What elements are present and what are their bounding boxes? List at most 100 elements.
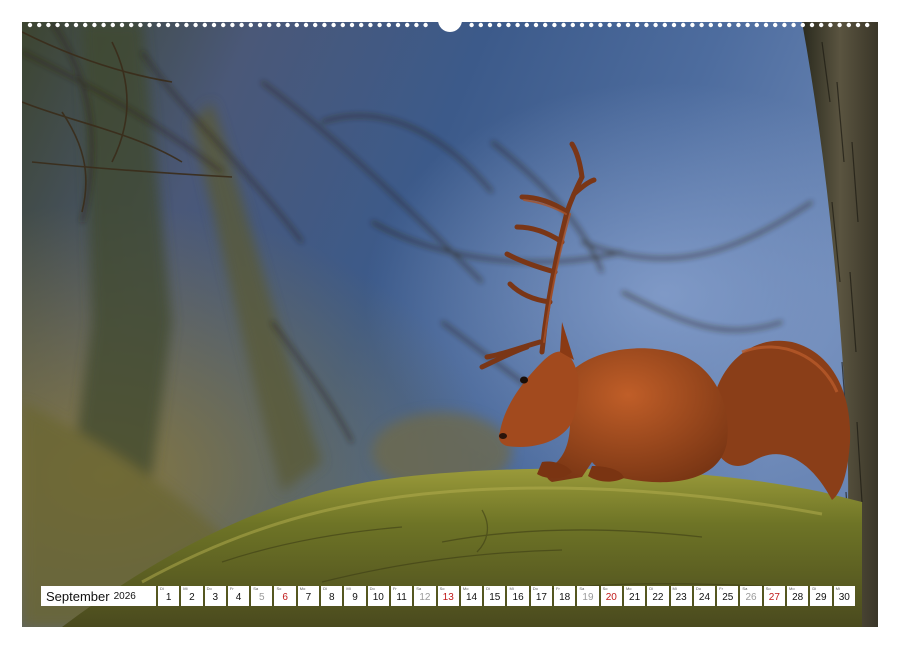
weekday-label: So bbox=[602, 586, 608, 591]
binding-hole bbox=[340, 22, 345, 28]
binding-hole bbox=[616, 22, 621, 28]
binding-hole bbox=[46, 22, 51, 28]
binding-hole bbox=[763, 22, 769, 28]
weekday-label: Di bbox=[160, 586, 164, 591]
day-number: 2 bbox=[189, 592, 195, 603]
calendar-strip: September 2026 Di 1 Mi 2 Do 3 Fr 4 Sa 5 So 6 Mo 7 Di 8 M… bbox=[41, 586, 855, 606]
binding-hole bbox=[303, 22, 309, 28]
day-number: 21 bbox=[629, 592, 641, 603]
binding-hole bbox=[515, 22, 520, 28]
binding-hole bbox=[727, 22, 732, 28]
binding-hole bbox=[736, 22, 741, 28]
year-label: 2026 bbox=[113, 590, 136, 602]
binding-hole bbox=[782, 22, 787, 28]
day-number: 9 bbox=[352, 592, 358, 603]
binding-hole bbox=[497, 22, 502, 28]
weekday-label: Mi bbox=[183, 586, 188, 591]
binding-hole bbox=[83, 22, 88, 28]
day-number: 12 bbox=[419, 592, 431, 603]
binding-hole bbox=[101, 22, 106, 28]
day-number: 10 bbox=[372, 592, 384, 603]
binding-hole bbox=[147, 22, 152, 28]
binding-hole bbox=[598, 22, 603, 28]
binding-hole bbox=[671, 22, 677, 28]
day-cell: Mo 28 bbox=[787, 586, 809, 606]
day-number: 6 bbox=[282, 592, 288, 603]
binding-hole bbox=[589, 22, 594, 28]
day-number: 14 bbox=[465, 592, 478, 603]
binding-hole bbox=[487, 22, 493, 28]
day-number: 4 bbox=[235, 592, 242, 603]
day-cell: Di 8 bbox=[321, 586, 343, 606]
weekday-label: Mi bbox=[835, 586, 840, 591]
day-cell: Mi 16 bbox=[507, 586, 529, 606]
day-number: 13 bbox=[442, 592, 454, 603]
binding-hole bbox=[257, 22, 263, 28]
binding-hole bbox=[386, 22, 391, 28]
binding-hole bbox=[27, 22, 33, 28]
day-number: 26 bbox=[745, 592, 757, 603]
day-cell: Di 22 bbox=[647, 586, 669, 606]
binding-hole bbox=[855, 22, 861, 28]
day-cell: Mo 14 bbox=[460, 586, 483, 606]
weekday-label: Fr bbox=[719, 586, 723, 591]
day-cell: Mo 21 bbox=[623, 586, 646, 606]
day-cell: Sa 5 bbox=[251, 586, 273, 606]
weekday-label: Sa bbox=[579, 586, 585, 591]
day-cell: Sa 12 bbox=[414, 586, 436, 606]
weekday-label: Sa bbox=[742, 586, 748, 591]
binding-hole bbox=[285, 22, 290, 28]
binding-hole bbox=[865, 22, 870, 28]
binding-hole bbox=[414, 22, 419, 28]
binding-hole bbox=[635, 22, 640, 28]
binding-hole bbox=[322, 22, 327, 28]
weekday-label: Do bbox=[369, 586, 375, 591]
weekday-label: Mi bbox=[509, 586, 514, 591]
binding-hole bbox=[395, 22, 401, 28]
binding-hole bbox=[359, 22, 364, 28]
binding-hole bbox=[828, 22, 833, 28]
binding-hole bbox=[294, 22, 299, 28]
binding-hole bbox=[524, 22, 529, 28]
weekday-label: Mo bbox=[789, 586, 795, 591]
binding-hole bbox=[368, 22, 373, 28]
binding-hole bbox=[92, 22, 97, 28]
weekday-label: Di bbox=[323, 586, 327, 591]
binding-hole bbox=[110, 22, 116, 28]
day-number: 8 bbox=[328, 592, 335, 603]
binding-hole bbox=[129, 22, 134, 28]
weekday-label: Di bbox=[486, 586, 490, 591]
binding-hole bbox=[570, 22, 575, 28]
day-number: 3 bbox=[212, 592, 219, 603]
binding-hole bbox=[138, 22, 143, 28]
day-number: 11 bbox=[396, 592, 407, 603]
binding-hole bbox=[73, 22, 79, 28]
binding-hole bbox=[809, 22, 815, 28]
binding-hole bbox=[644, 22, 649, 28]
day-number: 17 bbox=[535, 592, 547, 603]
day-cell: Di 29 bbox=[810, 586, 832, 606]
binding-hole bbox=[184, 22, 189, 28]
weekday-label: Fr bbox=[556, 586, 560, 591]
binding-hole bbox=[846, 22, 851, 28]
binding-hole bbox=[313, 22, 318, 28]
day-cell: Fr 4 bbox=[227, 586, 250, 606]
weekday-label: Fr bbox=[229, 586, 234, 591]
day-cell: So 20 bbox=[600, 586, 622, 606]
binding-hole bbox=[625, 22, 631, 28]
weekday-label: Do bbox=[206, 586, 212, 591]
binding-hole bbox=[377, 22, 382, 28]
day-number: 15 bbox=[489, 592, 501, 603]
day-cell: Mi 9 bbox=[344, 586, 366, 606]
binding-hole bbox=[64, 22, 69, 28]
day-cell: Mi 30 bbox=[833, 586, 855, 606]
day-number: 5 bbox=[259, 592, 265, 603]
binding-hole bbox=[561, 22, 566, 28]
binding-hole bbox=[230, 22, 235, 28]
day-number: 20 bbox=[605, 592, 617, 603]
binding-hole bbox=[119, 22, 125, 28]
day-cell: So 13 bbox=[437, 586, 459, 606]
binding-hole bbox=[552, 22, 557, 28]
binding-hole bbox=[156, 22, 161, 28]
weekday-label: So bbox=[276, 586, 282, 591]
